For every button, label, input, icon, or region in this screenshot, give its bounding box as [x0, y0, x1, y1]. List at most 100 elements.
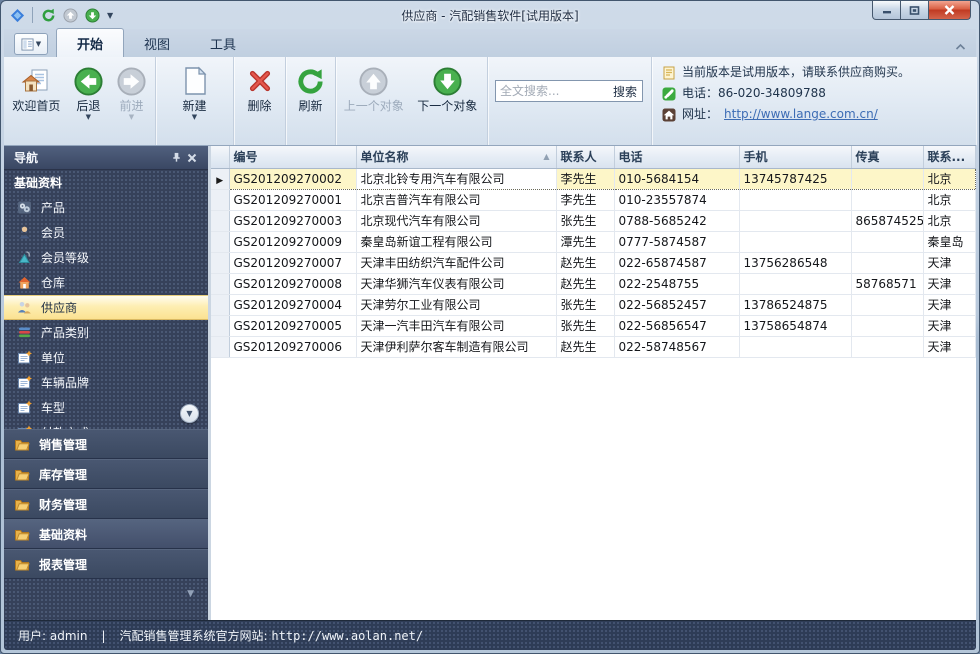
- sidebar-item-warehouse[interactable]: 仓库: [4, 270, 208, 295]
- qat-previous-icon[interactable]: [61, 6, 79, 24]
- cell[interactable]: GS201209270006: [229, 336, 356, 357]
- section-inventory-management[interactable]: 库存管理: [4, 459, 208, 489]
- cell[interactable]: [739, 189, 851, 210]
- cell[interactable]: 潭先生: [556, 231, 614, 252]
- section-finance-management[interactable]: 财务管理: [4, 489, 208, 519]
- cell[interactable]: [851, 294, 923, 315]
- cell[interactable]: [739, 273, 851, 294]
- cell[interactable]: GS201209270002: [229, 168, 356, 189]
- cell[interactable]: 天津: [923, 294, 976, 315]
- next-object-button[interactable]: 下一个对象: [410, 60, 485, 128]
- row-indicator[interactable]: [211, 210, 229, 231]
- tab-start[interactable]: 开始: [56, 28, 124, 57]
- application-menu-button[interactable]: ▼: [14, 33, 48, 55]
- cell[interactable]: 北京北铃专用汽车有限公司: [356, 168, 556, 189]
- sidebar-item-payment-method[interactable]: 付款方式: [4, 420, 208, 429]
- table-row[interactable]: GS201209270005天津一汽丰田汽车有限公司张先生022-5685654…: [211, 315, 976, 336]
- sidebar-item-product[interactable]: 产品: [4, 195, 208, 220]
- cell[interactable]: 天津劳尔工业有限公司: [356, 294, 556, 315]
- cell[interactable]: 天津丰田纺织汽车配件公司: [356, 252, 556, 273]
- nav-overflow-caret-icon[interactable]: ▼: [187, 589, 194, 599]
- cell[interactable]: 58768571: [851, 273, 923, 294]
- cell[interactable]: 022-65874587: [614, 252, 739, 273]
- row-indicator[interactable]: [211, 231, 229, 252]
- close-pane-icon[interactable]: [184, 150, 200, 166]
- table-row[interactable]: GS201209270001北京吉普汽车有限公司李先生010-23557874北…: [211, 189, 976, 210]
- cell[interactable]: 张先生: [556, 294, 614, 315]
- cell[interactable]: 北京吉普汽车有限公司: [356, 189, 556, 210]
- sidebar-item-unit[interactable]: 单位: [4, 345, 208, 370]
- minimize-button[interactable]: [872, 1, 901, 20]
- cell[interactable]: 022-2548755: [614, 273, 739, 294]
- refresh-button[interactable]: 刷新: [288, 60, 333, 128]
- section-basic-data[interactable]: 基础资料: [4, 519, 208, 549]
- cell[interactable]: GS201209270007: [229, 252, 356, 273]
- column-header-address[interactable]: 联系...: [923, 146, 976, 168]
- table-row[interactable]: GS201209270009秦皇岛新谊工程有限公司潭先生0777-5874587…: [211, 231, 976, 252]
- search-button[interactable]: 搜索: [611, 83, 642, 100]
- search-input[interactable]: [496, 84, 611, 98]
- cell[interactable]: 张先生: [556, 210, 614, 231]
- table-row[interactable]: GS201209270007天津丰田纺织汽车配件公司赵先生022-6587458…: [211, 252, 976, 273]
- cell[interactable]: 天津: [923, 315, 976, 336]
- tab-view[interactable]: 视图: [124, 29, 190, 57]
- cell[interactable]: [739, 210, 851, 231]
- sidebar-item-supplier[interactable]: 供应商: [4, 295, 208, 320]
- cell[interactable]: [851, 315, 923, 336]
- back-button[interactable]: 后退 ▼: [67, 60, 110, 128]
- title-bar[interactable]: ▼ 供应商 - 汽配销售软件[试用版本]: [1, 1, 979, 29]
- collapse-ribbon-icon[interactable]: [955, 36, 966, 55]
- cell[interactable]: 天津华狮汽车仪表有限公司: [356, 273, 556, 294]
- cell[interactable]: 天津一汽丰田汽车有限公司: [356, 315, 556, 336]
- cell[interactable]: 010-23557874: [614, 189, 739, 210]
- section-sales-management[interactable]: 销售管理: [4, 429, 208, 459]
- row-indicator[interactable]: [211, 189, 229, 210]
- cell[interactable]: 022-56856547: [614, 315, 739, 336]
- section-report-management[interactable]: 报表管理: [4, 549, 208, 579]
- app-logo-icon[interactable]: [8, 6, 26, 24]
- cell[interactable]: 李先生: [556, 168, 614, 189]
- cell[interactable]: GS201209270001: [229, 189, 356, 210]
- column-header-mobile[interactable]: 手机: [739, 146, 851, 168]
- row-indicator[interactable]: ▶: [211, 168, 229, 189]
- column-header-company[interactable]: 单位名称▲: [356, 146, 556, 168]
- cell[interactable]: 13758654874: [739, 315, 851, 336]
- column-header-number[interactable]: 编号: [229, 146, 356, 168]
- cell[interactable]: 022-58748567: [614, 336, 739, 357]
- cell[interactable]: 13745787425: [739, 168, 851, 189]
- new-button[interactable]: 新建 ▼: [167, 60, 223, 128]
- cell[interactable]: 0777-5874587: [614, 231, 739, 252]
- cell[interactable]: [851, 231, 923, 252]
- row-indicator[interactable]: [211, 315, 229, 336]
- sidebar-item-category[interactable]: 产品类别: [4, 320, 208, 345]
- column-header-contact[interactable]: 联系人: [556, 146, 614, 168]
- sidebar-item-member[interactable]: 会员: [4, 220, 208, 245]
- cell[interactable]: 天津伊利萨尔客车制造有限公司: [356, 336, 556, 357]
- qat-refresh-icon[interactable]: [39, 6, 57, 24]
- table-row[interactable]: ▶GS201209270002北京北铃专用汽车有限公司李先生010-568415…: [211, 168, 976, 189]
- row-indicator[interactable]: [211, 336, 229, 357]
- sidebar-item-member-level[interactable]: 会员等级: [4, 245, 208, 270]
- cell[interactable]: 0788-5685242: [614, 210, 739, 231]
- nav-scroll-down-button[interactable]: ▼: [180, 404, 199, 423]
- cell[interactable]: 赵先生: [556, 273, 614, 294]
- tab-tools[interactable]: 工具: [190, 29, 256, 57]
- cell[interactable]: 010-5684154: [614, 168, 739, 189]
- cell[interactable]: [851, 168, 923, 189]
- cell[interactable]: GS201209270009: [229, 231, 356, 252]
- sidebar-item-vehicle-model[interactable]: 车型: [4, 395, 208, 420]
- cell[interactable]: GS201209270004: [229, 294, 356, 315]
- cell[interactable]: 北京: [923, 189, 976, 210]
- cell[interactable]: 北京现代汽车有限公司: [356, 210, 556, 231]
- cell[interactable]: 张先生: [556, 315, 614, 336]
- cell[interactable]: 秦皇岛新谊工程有限公司: [356, 231, 556, 252]
- table-row[interactable]: GS201209270003北京现代汽车有限公司张先生0788-56852428…: [211, 210, 976, 231]
- restore-button[interactable]: [900, 1, 929, 20]
- welcome-home-button[interactable]: 欢迎首页: [6, 60, 67, 128]
- table-row[interactable]: GS201209270008天津华狮汽车仪表有限公司赵先生022-2548755…: [211, 273, 976, 294]
- cell[interactable]: GS201209270003: [229, 210, 356, 231]
- row-indicator[interactable]: [211, 252, 229, 273]
- table-row[interactable]: GS201209270006天津伊利萨尔客车制造有限公司赵先生022-58748…: [211, 336, 976, 357]
- cell[interactable]: [851, 252, 923, 273]
- cell[interactable]: [851, 336, 923, 357]
